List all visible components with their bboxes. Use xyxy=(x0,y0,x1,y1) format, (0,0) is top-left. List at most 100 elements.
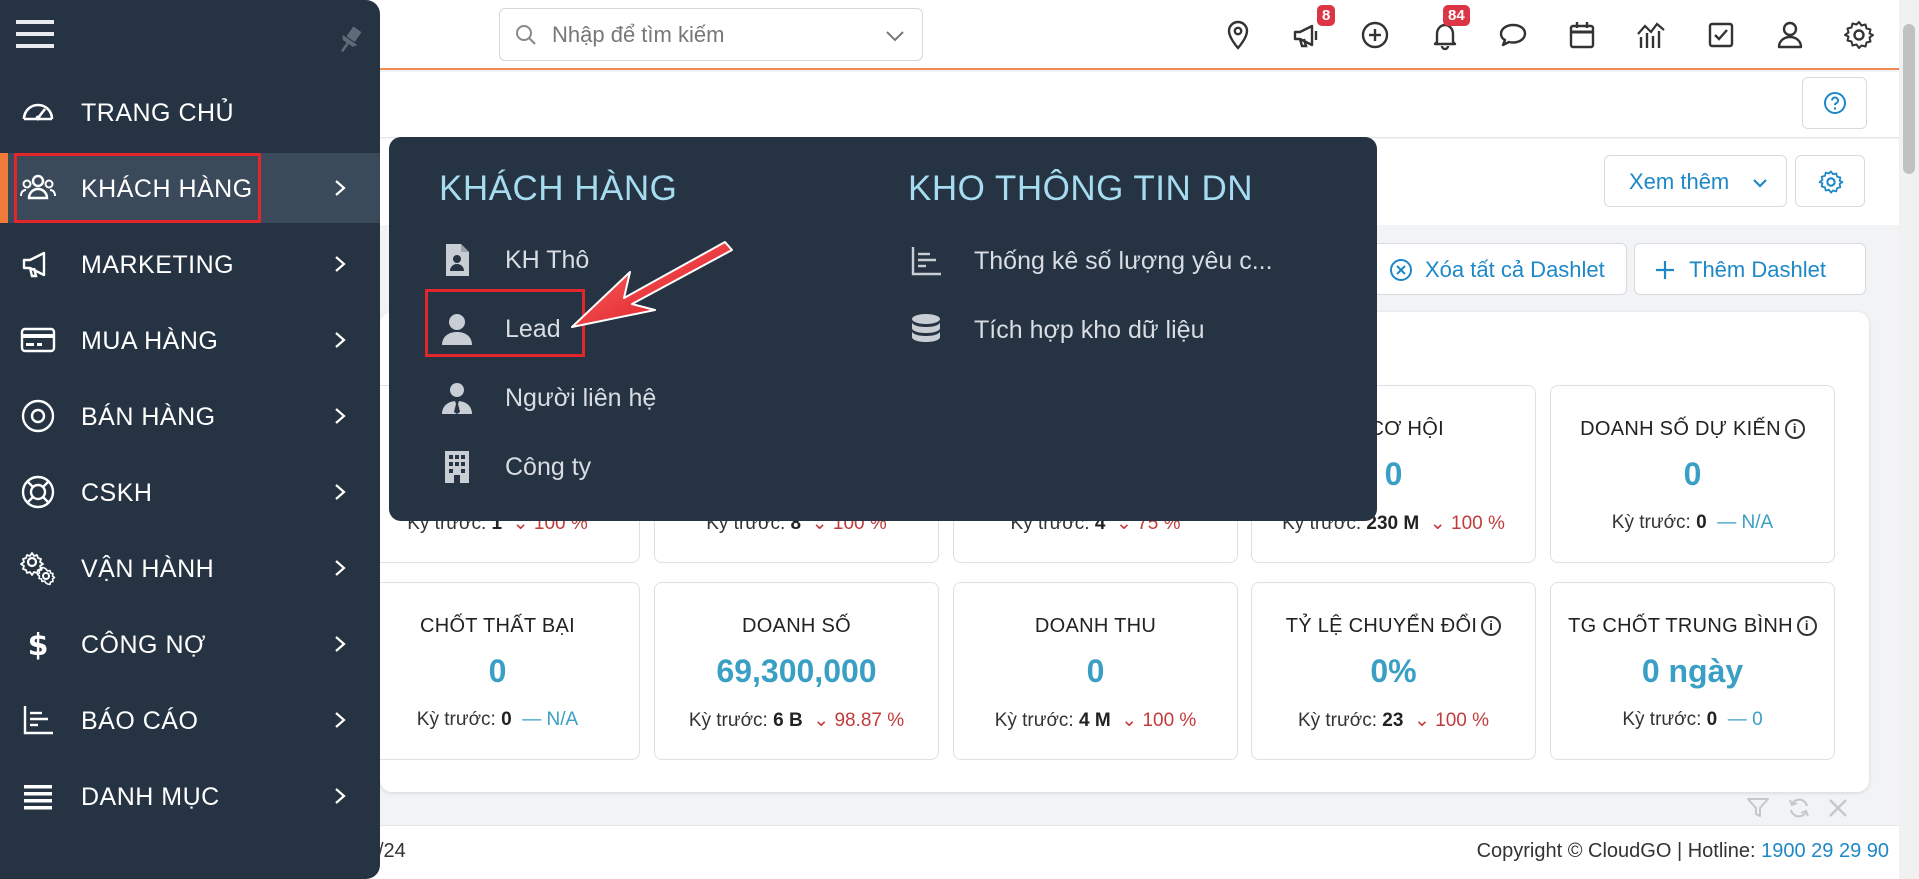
kpi-value: 0 ngày xyxy=(1641,653,1744,689)
notification-badge: 8 xyxy=(1317,5,1336,26)
megaphone-icon xyxy=(22,251,46,278)
chevron-right-icon xyxy=(335,712,346,728)
kpi-title: CHỐT THẤT BẠI xyxy=(419,615,576,637)
page-scrollbar[interactable] xyxy=(1899,0,1919,879)
sidebar-item-van-hanh[interactable]: VẬN HÀNH xyxy=(0,533,380,603)
prev-value: 23 xyxy=(1382,710,1404,731)
search-icon xyxy=(516,25,536,45)
kpi-previous: Kỳ trước: 0 — N/A xyxy=(356,709,639,731)
chevron-down-icon[interactable] xyxy=(884,25,906,47)
database-icon xyxy=(912,314,940,342)
scrollbar-thumb[interactable] xyxy=(1903,24,1915,174)
kpi-previous: Kỳ trước: 0 — 0 xyxy=(1551,709,1834,731)
dashboard-settings-button[interactable] xyxy=(1795,155,1865,207)
chart-icon[interactable] xyxy=(1635,19,1667,51)
kpi-title-text: TỶ LỆ CHUYỂN ĐỔI xyxy=(1285,615,1478,637)
kpi-card[interactable]: CHỐT THẤT BẠI 0 Kỳ trước: 0 — N/A xyxy=(355,582,640,760)
kpi-card[interactable]: DOANH SỐ DỰ KIẾN i 0 Kỳ trước: 0 — N/A xyxy=(1550,385,1835,563)
close-circle-icon xyxy=(1390,259,1412,281)
clear-all-dashlets-label: Xóa tất cả Dashlet xyxy=(1425,257,1605,282)
target-icon xyxy=(21,399,55,433)
sidebar-item-cong-no[interactable]: $ CÔNG NỢ xyxy=(0,609,380,679)
trend-flat-icon: — xyxy=(522,709,542,730)
refresh-icon[interactable] xyxy=(1787,797,1811,819)
calendar-icon[interactable] xyxy=(1566,19,1598,51)
view-more-button[interactable]: Xem thêm xyxy=(1604,155,1787,207)
sidebar-item-marketing[interactable]: MARKETING xyxy=(0,229,380,299)
filter-icon[interactable] xyxy=(1746,797,1770,819)
footer-date: /24 xyxy=(378,840,406,862)
location-pin-icon[interactable] xyxy=(1222,19,1254,51)
submenu-item-tich-hop[interactable]: Tích hợp kho dữ liệu xyxy=(908,302,1328,362)
sidebar: TRANG CHỦ KHÁCH HÀNG MARKETING MUA HÀNG … xyxy=(0,0,380,879)
kpi-card[interactable]: DOANH THU 0 Kỳ trước: 4 M ⌄ 100 % xyxy=(953,582,1238,760)
chat-icon[interactable] xyxy=(1497,19,1529,51)
prev-label: Kỳ trước: xyxy=(688,710,768,731)
kpi-previous: Kỳ trước: 4 M ⌄ 100 % xyxy=(954,709,1237,732)
kpi-title: TG CHỐT TRUNG BÌNH i xyxy=(1551,615,1834,638)
search-input[interactable] xyxy=(552,19,852,51)
checkbox-icon[interactable] xyxy=(1705,19,1737,51)
sidebar-item-label: MUA HÀNG xyxy=(81,327,219,355)
megaphone-icon[interactable]: 8 xyxy=(1291,5,1336,51)
bar-chart-icon xyxy=(911,247,941,276)
kpi-card[interactable]: TG CHỐT TRUNG BÌNH i 0 ngày Kỳ trước: 0 —… xyxy=(1550,582,1835,760)
add-dashlet-button[interactable]: Thêm Dashlet xyxy=(1634,243,1866,295)
info-icon[interactable]: i xyxy=(1481,616,1502,636)
prev-label: Kỳ trước: xyxy=(1297,710,1377,731)
sidebar-item-ban-hang[interactable]: BÁN HÀNG xyxy=(0,381,380,451)
kpi-title-text: DOANH SỐ DỰ KIẾN xyxy=(1580,418,1781,440)
global-search[interactable] xyxy=(499,8,923,61)
clear-all-dashlets-button[interactable]: Xóa tất cả Dashlet xyxy=(1370,243,1627,295)
pin-icon[interactable] xyxy=(334,24,366,56)
gear-icon xyxy=(1818,170,1844,194)
hotline-number[interactable]: 1900 29 29 90 xyxy=(1761,840,1889,862)
bell-icon[interactable]: 84 xyxy=(1429,5,1470,51)
info-icon[interactable]: i xyxy=(1784,419,1805,439)
trend-down-icon: ⌄ xyxy=(1429,513,1446,534)
dashboard-icon xyxy=(22,103,54,121)
view-more-label: Xem thêm xyxy=(1629,169,1730,194)
kpi-card[interactable]: DOANH SỐ 69,300,000 Kỳ trước: 6 B ⌄ 98.8… xyxy=(654,582,939,760)
trend-flat-icon: — xyxy=(1717,512,1737,533)
chevron-right-icon xyxy=(335,180,346,196)
building-icon xyxy=(445,451,469,483)
submenu-item-nguoi-lien-he[interactable]: Người liên hệ xyxy=(439,370,839,430)
hamburger-menu-icon[interactable] xyxy=(16,16,54,52)
submenu-item-cong-ty[interactable]: Công ty xyxy=(439,439,839,499)
kpi-previous: Kỳ trước: 23 ⌄ 100 % xyxy=(1252,709,1535,732)
submenu-heading-kho-thong-tin: KHO THÔNG TIN DN xyxy=(908,169,1254,208)
sidebar-item-cskh[interactable]: CSKH xyxy=(0,457,380,527)
sidebar-item-trang-chu[interactable]: TRANG CHỦ xyxy=(0,77,380,147)
contact-file-icon xyxy=(446,244,469,276)
submenu-item-label: Người liên hệ xyxy=(505,384,657,412)
chevron-down-icon xyxy=(1753,179,1767,188)
submenu-item-thong-ke[interactable]: Thống kê số lượng yêu c... xyxy=(908,233,1328,293)
kpi-title-text: TG CHỐT TRUNG BÌNH xyxy=(1568,615,1793,637)
kpi-previous: Kỳ trước: 0 — N/A xyxy=(1551,512,1834,534)
submenu-item-label: Công ty xyxy=(505,453,592,481)
footer-copyright: Copyright © CloudGO | Hotline: 1900 29 2… xyxy=(1476,840,1889,862)
sidebar-item-danh-muc[interactable]: DANH MỤC xyxy=(0,761,380,831)
help-button[interactable] xyxy=(1802,77,1867,129)
kpi-title: DOANH SỐ DỰ KIẾN i xyxy=(1551,418,1834,441)
user-icon[interactable] xyxy=(1774,19,1806,51)
close-icon[interactable] xyxy=(1827,797,1849,819)
sidebar-item-label: CSKH xyxy=(81,479,153,507)
submenu-heading-khach-hang: KHÁCH HÀNG xyxy=(439,169,678,208)
prev-label: Kỳ trước: xyxy=(994,710,1074,731)
prev-label: Kỳ trước: xyxy=(1622,709,1702,730)
chevron-right-icon xyxy=(335,484,346,500)
chevron-right-icon xyxy=(335,560,346,576)
kpi-card[interactable]: TỶ LỆ CHUYỂN ĐỔI i 0% Kỳ trước: 23 ⌄ 100 … xyxy=(1251,582,1536,760)
plus-circle-icon[interactable] xyxy=(1359,19,1391,51)
sidebar-item-mua-hang[interactable]: MUA HÀNG xyxy=(0,305,380,375)
gears-icon xyxy=(20,552,56,586)
gear-icon[interactable] xyxy=(1843,19,1875,51)
kpi-title: TỶ LỆ CHUYỂN ĐỔI i xyxy=(1252,615,1535,638)
plus-icon xyxy=(1656,261,1674,279)
info-icon[interactable]: i xyxy=(1796,616,1817,636)
sidebar-item-label: BÁO CÁO xyxy=(81,707,199,735)
sidebar-item-bao-cao[interactable]: BÁO CÁO xyxy=(0,685,380,755)
sidebar-item-label: MARKETING xyxy=(81,251,235,279)
